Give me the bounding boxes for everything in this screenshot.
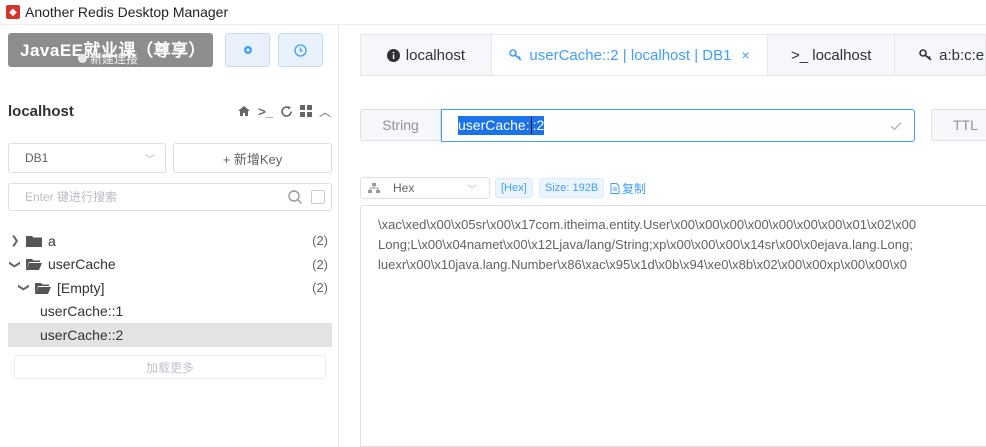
db-select-value: DB1 xyxy=(25,151,49,165)
tree-structure-icon xyxy=(368,183,380,193)
tab-label: >_ localhost xyxy=(790,46,872,64)
key-icon xyxy=(509,49,522,61)
tree-folder-a[interactable]: ❯ a (2) xyxy=(8,229,332,253)
key-name-input[interactable]: userCache::2 xyxy=(441,109,915,142)
copy-button[interactable]: 复制 xyxy=(610,180,646,197)
document-icon xyxy=(610,183,620,194)
info-icon xyxy=(386,48,400,62)
tree-item-label: userCache xyxy=(48,256,116,273)
tree-key-usercache-2[interactable]: userCache::2 xyxy=(8,323,332,347)
chevron-down-icon: ﹀ xyxy=(145,154,155,166)
connection-header: localhost >_ ︿ xyxy=(8,101,331,121)
refresh-icon[interactable] xyxy=(280,105,293,118)
search-bar xyxy=(8,183,332,211)
tab-usercache-2[interactable]: userCache::2 | localhost | DB1 × xyxy=(491,35,769,75)
search-icon[interactable] xyxy=(287,189,303,205)
hex-tag: [Hex] xyxy=(495,178,533,198)
tree-item-count: (2) xyxy=(312,233,328,249)
terminal-icon[interactable]: >_ xyxy=(258,104,273,119)
sidebar: JavaEE就业课（尊享） 新建连接 localhost >_ ︿ DB1 ﹀ … xyxy=(0,25,339,447)
value-line: \xac\xed\x00\x05sr\x00\x17com.itheima.en… xyxy=(378,217,917,232)
copy-label: 复制 xyxy=(622,182,647,196)
clock-icon xyxy=(294,43,307,57)
db-select[interactable]: DB1 ﹀ xyxy=(8,143,166,173)
connection-name: localhost xyxy=(8,102,74,120)
tree-folder-empty[interactable]: ❯ [Empty] (2) xyxy=(8,276,332,300)
tree-item-label: [Empty] xyxy=(57,279,105,296)
connection-actions: >_ ︿ xyxy=(237,103,331,120)
tree-item-label: userCache::1 xyxy=(40,303,124,320)
value-line: Long;L\x00\x04namet\x00\x12Ljava/lang/St… xyxy=(378,237,913,252)
tab-localhost-info[interactable]: localhost xyxy=(361,35,492,75)
tree-folder-usercache[interactable]: ❯ userCache (2) xyxy=(8,253,332,277)
tree-item-count: (2) xyxy=(312,256,328,272)
key-tree: ❯ a (2) ❯ userCache (2) ❯ [Empty] (2) us… xyxy=(8,229,332,347)
chevron-down-icon: ❯ xyxy=(17,283,30,293)
tree-item-label: userCache::2 xyxy=(40,326,124,343)
tree-key-usercache-1[interactable]: userCache::1 xyxy=(8,300,332,324)
value-format-value: Hex xyxy=(393,181,415,195)
tab-label: a:b:c:e xyxy=(939,46,985,64)
exact-search-checkbox[interactable] xyxy=(311,190,325,204)
chevron-up-icon[interactable]: ︿ xyxy=(319,103,331,120)
value-textarea[interactable]: \xac\xed\x00\x05sr\x00\x17com.itheima.en… xyxy=(360,205,986,447)
size-tag: Size: 192B xyxy=(539,178,605,198)
title-bar: ◆ Another Redis Desktop Manager xyxy=(0,0,986,25)
grid-icon[interactable] xyxy=(299,105,312,117)
tab-label: localhost xyxy=(405,46,465,64)
window-title: Another Redis Desktop Manager xyxy=(25,4,229,20)
tab-bar: localhost userCache::2 | localhost | DB1… xyxy=(360,34,986,76)
folder-open-icon xyxy=(26,259,42,271)
app-logo-icon: ◆ xyxy=(6,5,20,19)
history-button[interactable] xyxy=(278,33,323,67)
load-more-button[interactable]: 加载更多 xyxy=(14,355,326,379)
home-icon[interactable] xyxy=(237,105,251,117)
key-icon xyxy=(919,49,932,61)
gear-icon xyxy=(243,46,252,54)
check-icon[interactable] xyxy=(890,121,902,131)
settings-button[interactable] xyxy=(225,33,270,67)
tree-item-count: (2) xyxy=(312,280,328,296)
tab-label: userCache::2 | localhost | DB1 xyxy=(529,46,732,64)
main-panel: localhost userCache::2 | localhost | DB1… xyxy=(340,25,986,447)
chevron-down-icon: ❯ xyxy=(8,259,21,269)
folder-icon xyxy=(26,235,42,247)
add-key-button[interactable]: + 新增Key xyxy=(173,143,332,173)
new-connection-label: 新建连接 xyxy=(78,50,138,67)
key-name-selected-text: userCache::2 xyxy=(458,115,545,136)
close-icon[interactable]: × xyxy=(741,47,749,63)
text-cursor xyxy=(530,117,532,135)
tree-item-label: a xyxy=(48,232,56,249)
value-format-select[interactable]: Hex ﹀ xyxy=(360,177,490,199)
chevron-right-icon: ❯ xyxy=(10,235,20,248)
key-type-label: String xyxy=(360,109,441,141)
tab-localhost-terminal[interactable]: >_ localhost xyxy=(768,35,896,75)
search-input[interactable] xyxy=(25,190,285,204)
folder-open-icon xyxy=(35,282,51,294)
new-connection-button[interactable]: JavaEE就业课（尊享） 新建连接 xyxy=(8,33,213,67)
tab-abce[interactable]: a:b:c:e xyxy=(895,35,986,75)
plus-circle-icon xyxy=(78,54,87,63)
chevron-down-icon: ﹀ xyxy=(467,185,477,196)
value-line: luexr\x00\x10java.lang.Number\x86\xac\x9… xyxy=(378,257,907,272)
ttl-label: TTL xyxy=(931,109,986,141)
